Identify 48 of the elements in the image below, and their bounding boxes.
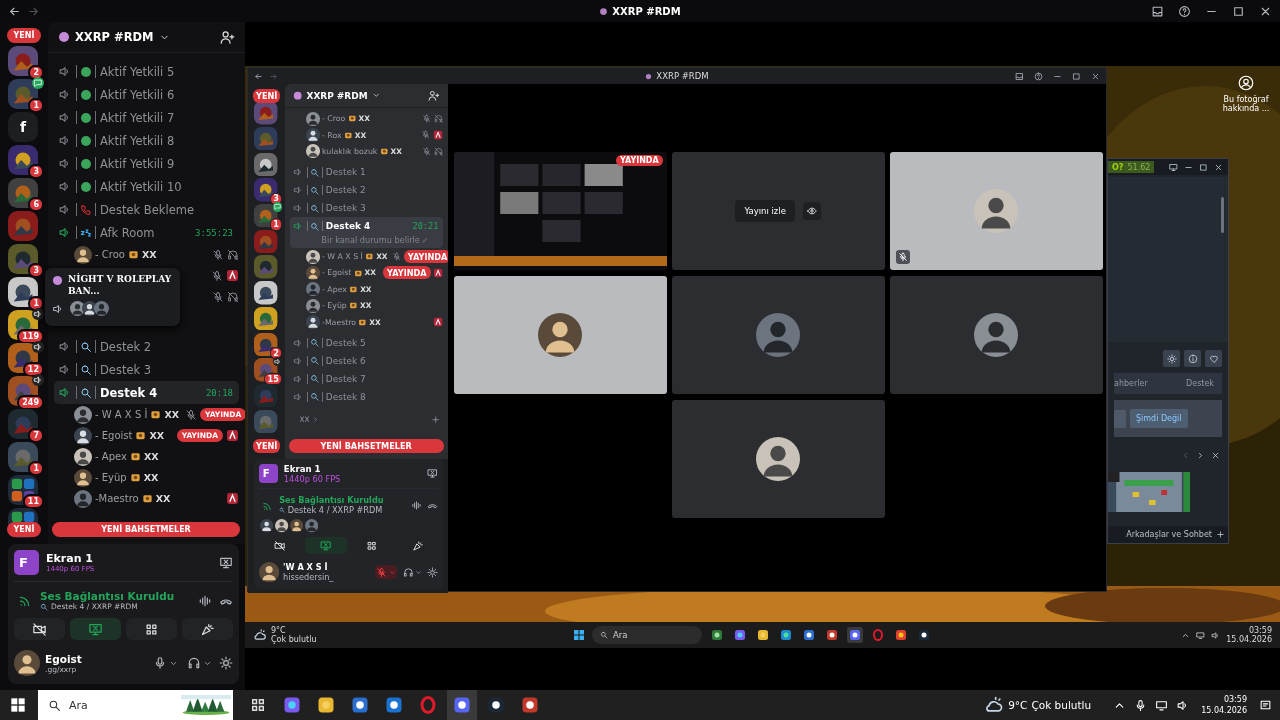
unread-count: 3 [28,263,44,278]
clock-time: 03:59 [1223,694,1247,705]
connection-status[interactable]: Ses Bağlantısı Kuruldu [40,590,175,602]
member-name[interactable]: -Maestro [95,493,139,504]
elapsed-time: 20:18 [205,387,233,398]
server-icon[interactable]: f [8,112,38,142]
channel-item[interactable]: Aktif Yetkili 6 [54,83,239,106]
elapsed-time: 3:55:23 [195,227,233,238]
role-tag: XX [149,430,165,441]
unread-count: 7 [28,428,44,443]
weather-condition: Çok bulutlu [1031,699,1092,711]
role-tag: XX [164,409,180,420]
role-tag: XX [143,451,159,462]
username: Egoist [45,652,82,665]
stream-title: Ekran 1 [46,552,94,565]
member-name[interactable]: - Egoist [95,430,133,441]
clock-date: 15.04.2026 [1201,705,1247,716]
channel-item[interactable]: Aktif Yetkili 8 [54,129,239,152]
role-tag: XX [155,493,171,504]
stream-avatar: F [14,550,39,575]
window-title: XXRP #RDM [612,5,681,17]
channel-item[interactable]: Destek 3 [54,358,239,381]
role-tag: XX [143,472,159,483]
channel-item[interactable]: Aktif Yetkili 5 [54,60,239,83]
unread-count: 6 [28,197,44,212]
channel-item[interactable]: Destek 4 20:18 [54,381,239,404]
new-pill[interactable]: YENİ [7,28,41,43]
channel-item[interactable]: Aktif Yetkili 10 [54,175,239,198]
new-pill[interactable]: YENİ [7,522,41,537]
server-name: NİGHT V ROLEPLAY BAN... [68,273,173,297]
temperature: 9°C [1008,699,1028,711]
new-mentions-bar[interactable]: YENİ BAHSETMELER [52,522,240,537]
server-name[interactable]: XXRP #RDM [75,30,154,44]
member-name[interactable]: - Croo [95,249,125,260]
unread-count: 249 [17,395,44,410]
unread-count: 1 [28,461,44,476]
channel-item[interactable]: Aktif Yetkili 9 [54,152,239,175]
member-name[interactable]: - W A X S İ [95,409,148,420]
member-name[interactable]: - Apex [95,451,127,462]
channel-item[interactable]: Afk Room 3:55:23 [54,221,239,244]
channel-item[interactable]: Aktif Yetkili 7 [54,106,239,129]
channel-item[interactable]: Destek Bekleme [54,198,239,221]
unread-count: 3 [28,164,44,179]
channel-item[interactable]: Destek 2 [54,335,239,358]
unread-count: 1 [28,98,44,113]
role-tag: XX [141,249,157,260]
search-field[interactable]: Ara [38,690,233,720]
member-name[interactable]: - Eyüp [95,472,127,483]
